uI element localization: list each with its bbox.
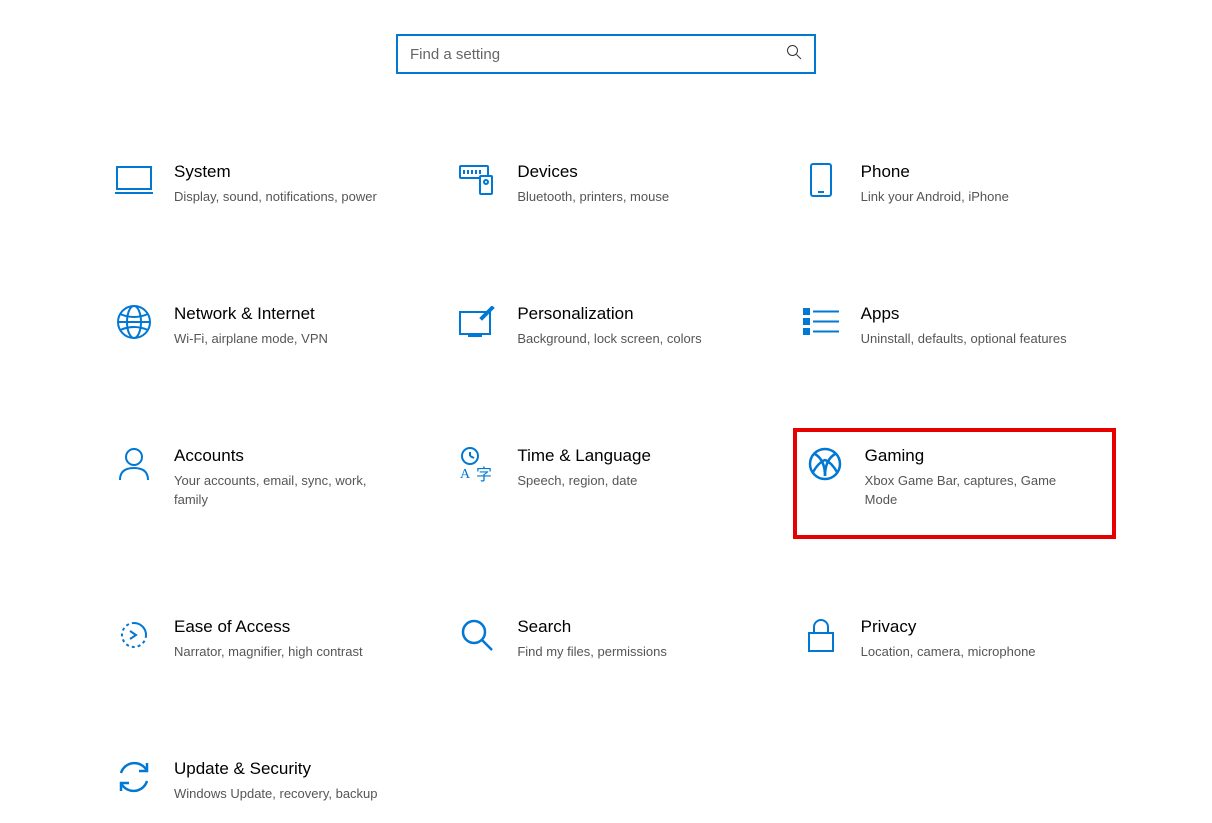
tile-text: Gaming Xbox Game Bar, captures, Game Mod… (865, 444, 1104, 508)
devices-icon (457, 160, 497, 200)
tile-personalization[interactable]: Personalization Background, lock screen,… (449, 296, 772, 368)
tile-title: Gaming (865, 446, 1104, 466)
tile-title: System (174, 162, 421, 182)
ease-of-access-icon (114, 615, 154, 655)
tile-title: Phone (861, 162, 1108, 182)
tile-text: Personalization Background, lock screen,… (517, 302, 764, 348)
tile-gaming[interactable]: Gaming Xbox Game Bar, captures, Game Mod… (793, 428, 1116, 538)
tile-desc: Narrator, magnifier, high contrast (174, 643, 384, 661)
tile-desc: Windows Update, recovery, backup (174, 785, 384, 803)
tile-desc: Link your Android, iPhone (861, 188, 1071, 206)
time-language-icon: A 字 (457, 444, 497, 484)
tile-network[interactable]: Network & Internet Wi-Fi, airplane mode,… (106, 296, 429, 368)
tile-desc: Bluetooth, printers, mouse (517, 188, 727, 206)
tile-text: Search Find my files, permissions (517, 615, 764, 661)
tile-devices[interactable]: Devices Bluetooth, printers, mouse (449, 154, 772, 226)
tile-text: Time & Language Speech, region, date (517, 444, 764, 490)
network-icon (114, 302, 154, 342)
tile-text: Privacy Location, camera, microphone (861, 615, 1108, 661)
tile-desc: Your accounts, email, sync, work, family (174, 472, 384, 508)
tile-text: Network & Internet Wi-Fi, airplane mode,… (174, 302, 421, 348)
tile-text: Phone Link your Android, iPhone (861, 160, 1108, 206)
tile-text: Devices Bluetooth, printers, mouse (517, 160, 764, 206)
tile-text: System Display, sound, notifications, po… (174, 160, 421, 206)
tile-desc: Uninstall, defaults, optional features (861, 330, 1071, 348)
accounts-icon (114, 444, 154, 484)
search-category-icon (457, 615, 497, 655)
tile-text: Accounts Your accounts, email, sync, wor… (174, 444, 421, 508)
tile-time-language[interactable]: A 字 Time & Language Speech, region, date (449, 438, 772, 538)
tile-title: Privacy (861, 617, 1108, 637)
tile-privacy[interactable]: Privacy Location, camera, microphone (793, 609, 1116, 681)
tile-phone[interactable]: Phone Link your Android, iPhone (793, 154, 1116, 226)
personalization-icon (457, 302, 497, 342)
tile-desc: Find my files, permissions (517, 643, 727, 661)
tile-title: Accounts (174, 446, 421, 466)
tile-accounts[interactable]: Accounts Your accounts, email, sync, wor… (106, 438, 429, 538)
tile-text: Ease of Access Narrator, magnifier, high… (174, 615, 421, 661)
search-icon (786, 44, 802, 64)
settings-grid: System Display, sound, notifications, po… (96, 154, 1116, 823)
tile-apps[interactable]: Apps Uninstall, defaults, optional featu… (793, 296, 1116, 368)
tile-title: Devices (517, 162, 764, 182)
tile-title: Ease of Access (174, 617, 421, 637)
tile-desc: Wi-Fi, airplane mode, VPN (174, 330, 384, 348)
tile-text: Apps Uninstall, defaults, optional featu… (861, 302, 1108, 348)
apps-icon (801, 302, 841, 342)
tile-title: Search (517, 617, 764, 637)
svg-text:字: 字 (476, 466, 492, 482)
svg-text:A: A (460, 467, 471, 482)
system-icon (114, 160, 154, 200)
search-container (0, 34, 1212, 74)
tile-title: Time & Language (517, 446, 764, 466)
tile-text: Update & Security Windows Update, recove… (174, 757, 421, 803)
tile-title: Apps (861, 304, 1108, 324)
tile-desc: Display, sound, notifications, power (174, 188, 384, 206)
tile-system[interactable]: System Display, sound, notifications, po… (106, 154, 429, 226)
tile-desc: Location, camera, microphone (861, 643, 1071, 661)
tile-update-security[interactable]: Update & Security Windows Update, recove… (106, 751, 429, 823)
gaming-icon (805, 444, 845, 484)
tile-desc: Xbox Game Bar, captures, Game Mode (865, 472, 1075, 508)
tile-desc: Speech, region, date (517, 472, 727, 490)
tile-ease-of-access[interactable]: Ease of Access Narrator, magnifier, high… (106, 609, 429, 681)
privacy-icon (801, 615, 841, 655)
tile-title: Update & Security (174, 759, 421, 779)
update-security-icon (114, 757, 154, 797)
tile-search[interactable]: Search Find my files, permissions (449, 609, 772, 681)
search-box[interactable] (396, 34, 816, 74)
tile-title: Personalization (517, 304, 764, 324)
tile-desc: Background, lock screen, colors (517, 330, 727, 348)
search-input[interactable] (410, 46, 802, 63)
tile-title: Network & Internet (174, 304, 421, 324)
phone-icon (801, 160, 841, 200)
